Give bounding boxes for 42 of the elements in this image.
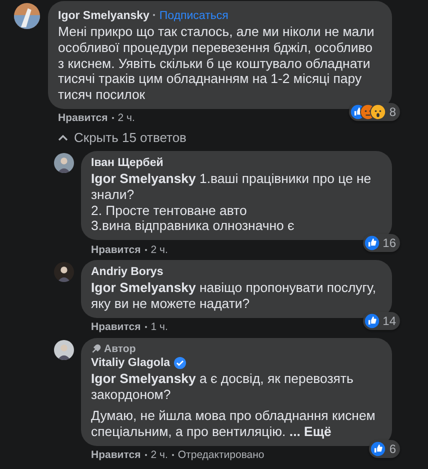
author-label: Автор: [104, 342, 136, 355]
author-name[interactable]: Іван Щербей: [91, 156, 164, 171]
like-link[interactable]: Нравится: [91, 321, 141, 334]
reaction-count: 14: [382, 314, 396, 328]
separator-dot: [112, 117, 114, 120]
reaction-summary[interactable]: 6: [369, 440, 400, 458]
author-name[interactable]: Igor Smelyansky: [58, 10, 150, 22]
user-avatar[interactable]: [54, 152, 74, 173]
comment-time[interactable]: 2 ч.: [150, 449, 168, 462]
user-avatar[interactable]: [14, 3, 40, 29]
like-link[interactable]: Нравится: [91, 449, 141, 462]
separator-dot: [172, 454, 174, 456]
microphone-icon: [91, 344, 101, 354]
comment-text: Мені прикро що так сталось, але ми ніколи не мали особливої процедури перевезення бджіл, особливо з киснем. Уявіть скільки б це коштувало обладнати тисячі траків цим обладнанням на 1-2 місяці пару тисяч посилок: [58, 24, 376, 103]
comment-text: Igor Smelyansky а є досвід, як перевозять закордоном?: [91, 370, 354, 402]
reaction-summary[interactable]: 8: [349, 102, 400, 121]
author-name[interactable]: Vitaliy Glagola: [91, 356, 170, 371]
verified-icon: [174, 357, 186, 370]
comment-time[interactable]: 1 ч.: [150, 321, 168, 334]
comment-time[interactable]: 2 ч.: [150, 244, 168, 256]
chevron-icon: [58, 134, 68, 141]
like-link[interactable]: Нравится: [58, 112, 108, 124]
reaction-count: 6: [389, 442, 396, 456]
separator-dot: [153, 14, 156, 16]
author-name[interactable]: Andriy Borys: [91, 265, 164, 280]
reaction-summary[interactable]: 16: [362, 234, 400, 252]
separator-dot: [144, 248, 147, 251]
separator-dot: [144, 454, 147, 456]
user-avatar[interactable]: [54, 262, 74, 282]
user-avatar[interactable]: [54, 340, 74, 360]
reaction-summary[interactable]: 14: [362, 312, 400, 330]
comment-text: Igor Smelyansky навіщо пропонувати послугу, яку ви не можете надати?: [91, 280, 377, 312]
hide-replies-button[interactable]: Скрыть 15 ответов: [58, 130, 186, 145]
like-link[interactable]: Нравится: [91, 244, 141, 256]
see-more-link[interactable]: ... Ещё: [289, 424, 332, 440]
comment-text: Igor Smelyansky 1.ваші працівники про це не знали? 2. Просте тентоване авто 3.вина відправника олнозначно є: [91, 170, 372, 234]
comment-text: Думаю, не йшла мова про обладнання киснем спеціальним, а про вентиляцію. ... Ещё: [91, 408, 376, 440]
separator-dot: [144, 326, 147, 328]
reaction-count: 16: [382, 236, 396, 250]
comment-time[interactable]: 2 ч.: [118, 112, 135, 124]
edited-label: Отредактировано: [178, 449, 264, 462]
reaction-count: 8: [389, 104, 396, 119]
